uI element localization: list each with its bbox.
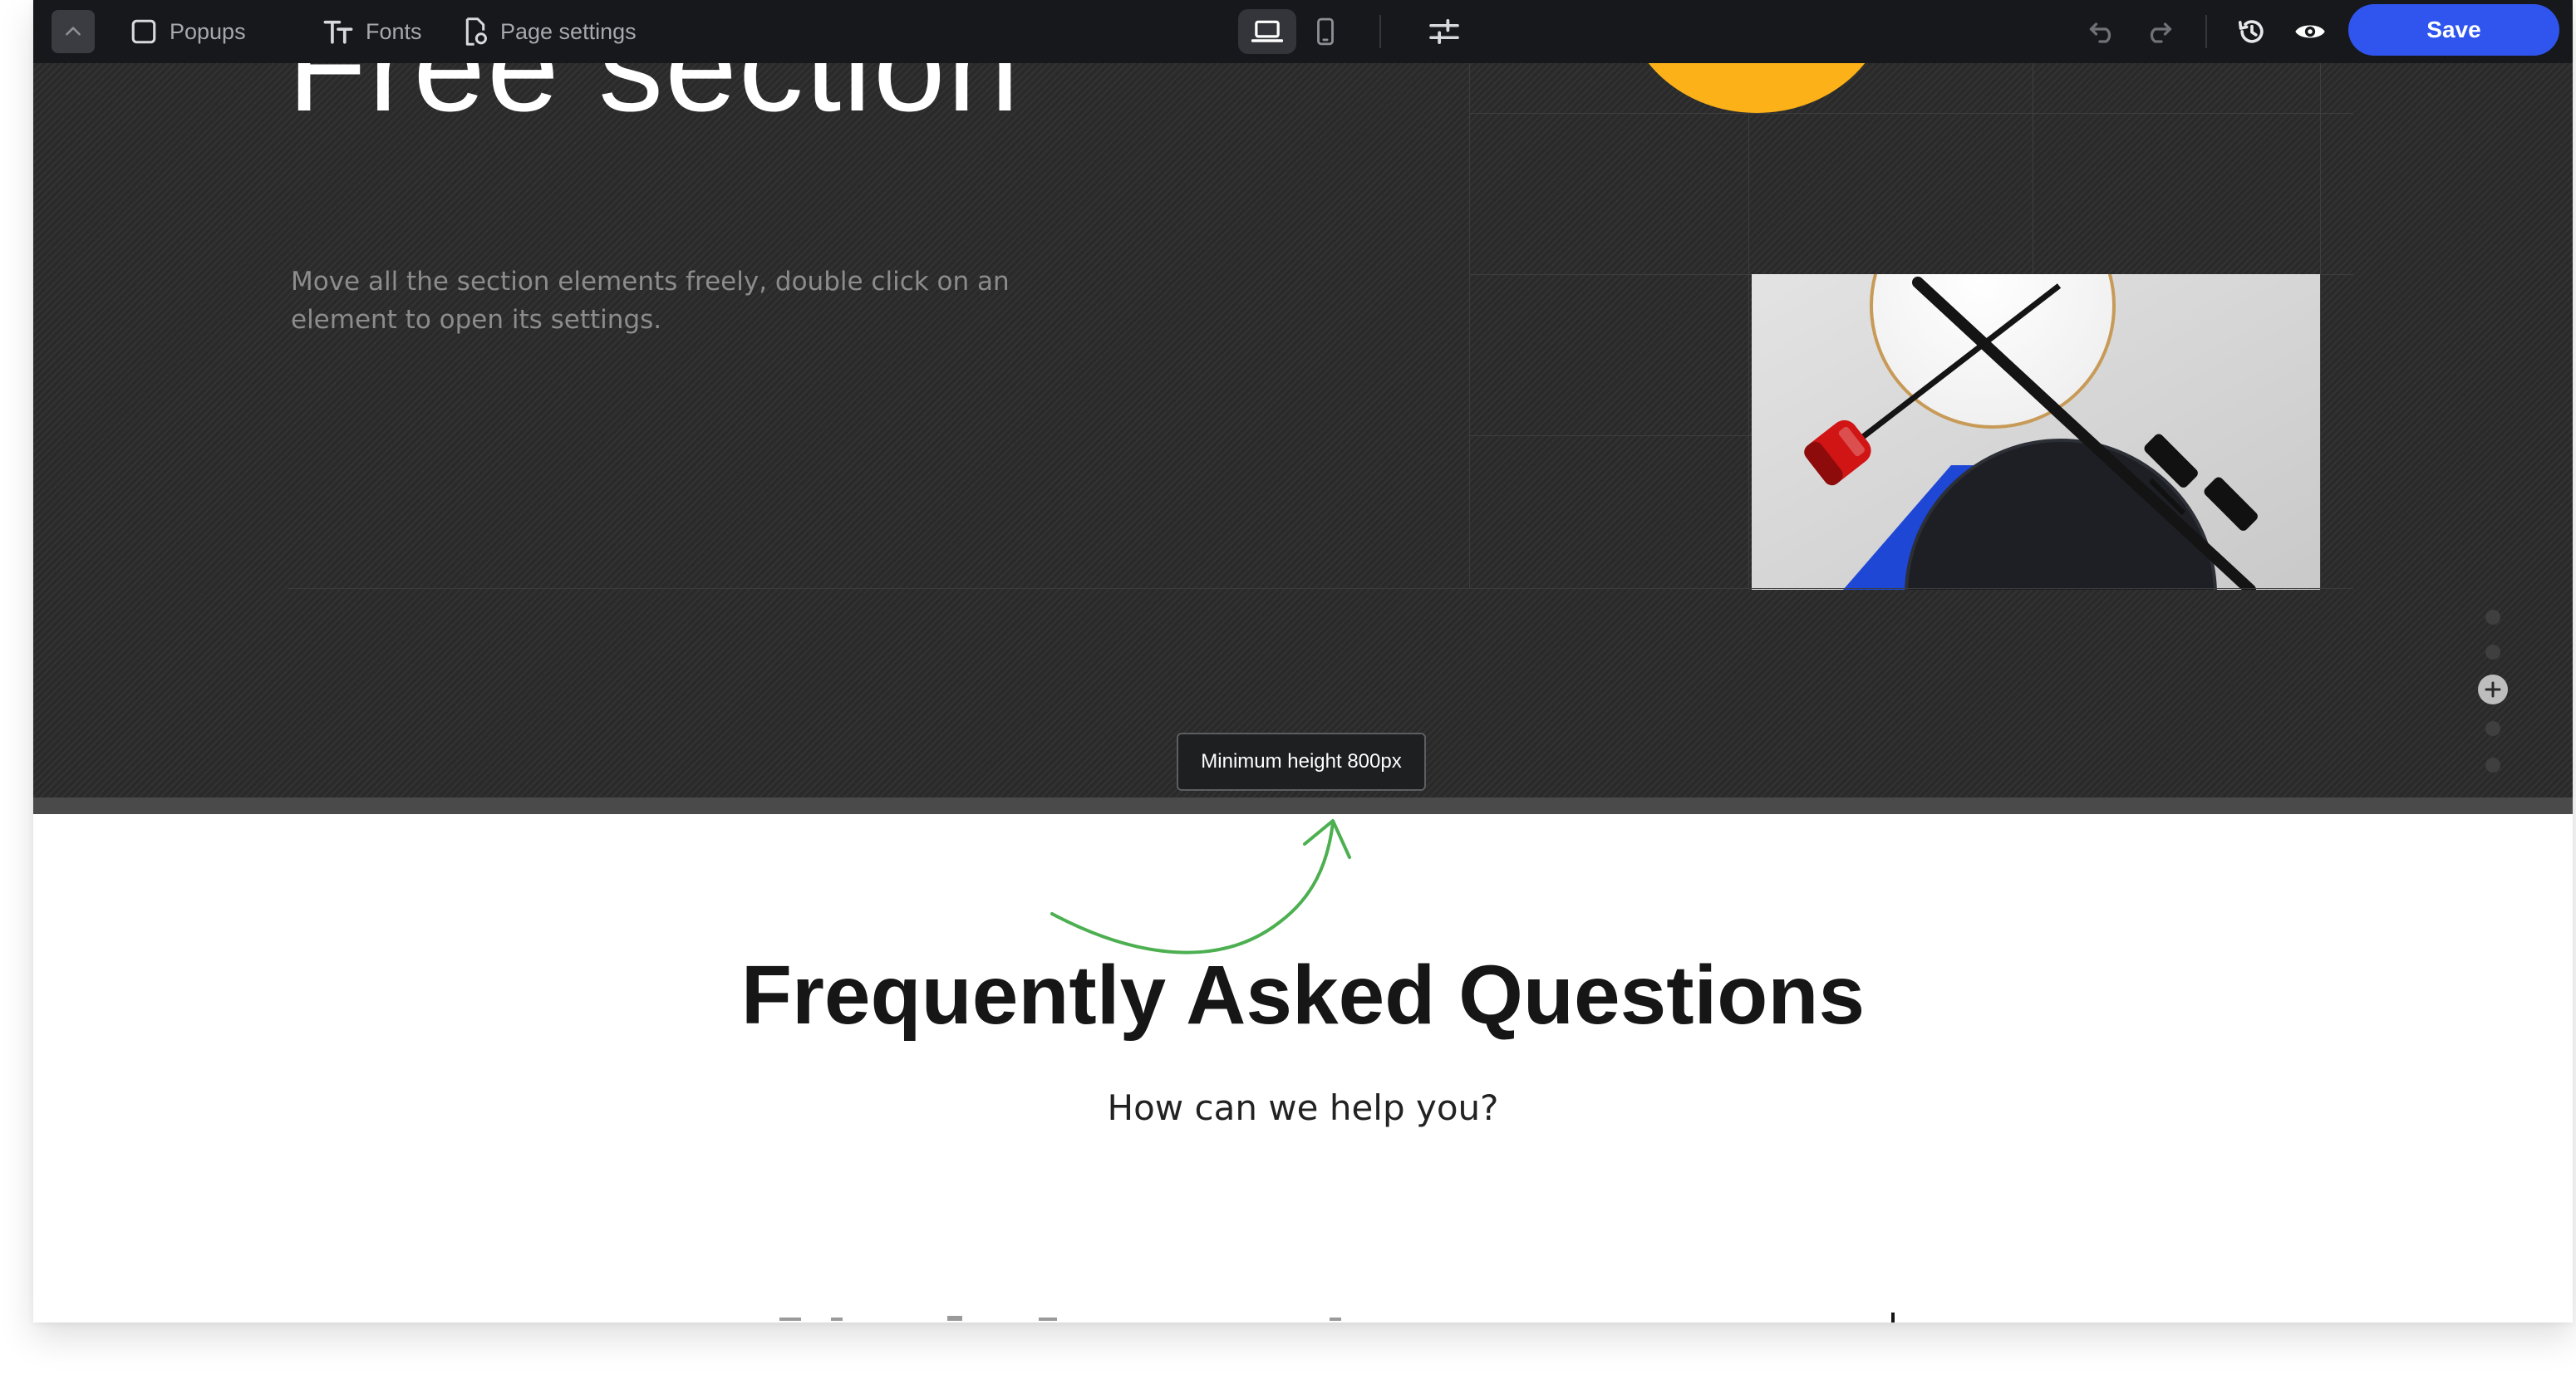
device-toggle	[1238, 9, 1354, 54]
section-nav-dot[interactable]	[2485, 645, 2500, 660]
undo-button[interactable]	[2082, 12, 2122, 52]
phone-icon	[1317, 17, 1334, 46]
undo-icon	[2089, 22, 2111, 43]
mobile-view-button[interactable]	[1296, 9, 1354, 54]
page-gear-icon	[465, 17, 487, 46]
square-icon	[131, 19, 156, 44]
section-nav-dot[interactable]	[2485, 610, 2500, 625]
adjust-button[interactable]	[1424, 12, 1464, 52]
laptop-icon	[1251, 20, 1283, 42]
add-section-button[interactable]	[2478, 675, 2508, 704]
faq-title[interactable]: Frequently Asked Questions	[33, 945, 2573, 1045]
fonts-label: Fonts	[366, 18, 422, 44]
lamp-illustration	[1752, 274, 2320, 590]
page-settings-button[interactable]: Page settings	[462, 17, 637, 47]
toolbar-divider	[1379, 15, 1381, 48]
resize-tooltip: Minimum height 800px	[1177, 733, 1426, 791]
redo-button[interactable]	[2139, 12, 2179, 52]
plus-icon	[2485, 681, 2501, 698]
section-nav-dot[interactable]	[2485, 721, 2500, 736]
popups-button[interactable]: Popups	[130, 17, 246, 46]
history-icon	[2238, 20, 2264, 43]
section-nav-dot[interactable]	[2485, 758, 2500, 773]
redo-icon	[2150, 22, 2172, 43]
desktop-view-button[interactable]	[1238, 9, 1296, 54]
editor-frame: Popups Fonts Page settings Save Free sec…	[33, 0, 2573, 1322]
fonts-button[interactable]: Fonts	[322, 17, 422, 46]
section-description[interactable]: Move all the section elements freely, do…	[291, 263, 1022, 339]
editor-toolbar: Popups Fonts Page settings Save	[33, 0, 2573, 63]
preview-button[interactable]	[2290, 12, 2330, 52]
sliders-icon	[1429, 18, 1459, 45]
clipped-text-glyphs	[779, 1313, 1895, 1322]
text-size-icon	[323, 20, 353, 44]
collapse-toolbar-button[interactable]	[52, 10, 95, 53]
history-button[interactable]	[2232, 12, 2272, 52]
faq-content-cutoff	[33, 1311, 2573, 1322]
eye-icon	[2295, 25, 2325, 38]
page-settings-label: Page settings	[500, 18, 637, 44]
chevron-up-icon	[66, 27, 81, 36]
popups-label: Popups	[170, 18, 246, 44]
lamp-photo[interactable]	[1752, 274, 2320, 590]
content-baseline	[288, 588, 2353, 589]
section-title[interactable]: Free section	[288, 63, 1020, 150]
free-section[interactable]: Free section Move all the section elemen…	[33, 63, 2573, 797]
save-button[interactable]: Save	[2348, 4, 2559, 56]
toolbar-divider	[2205, 15, 2207, 48]
faq-subtitle[interactable]: How can we help you?	[33, 1085, 2573, 1131]
